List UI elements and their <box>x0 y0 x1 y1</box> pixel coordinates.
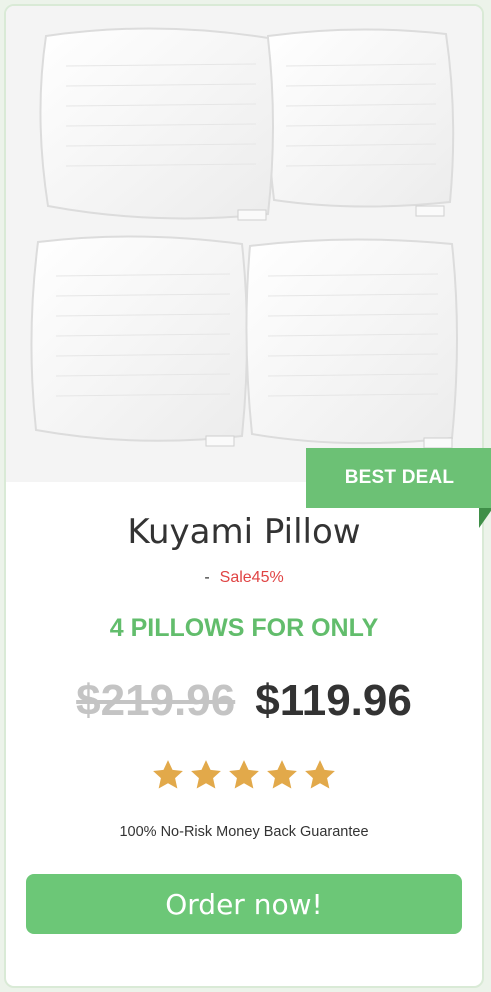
sale-label: Sale45% <box>219 569 284 586</box>
star-icon <box>153 760 183 789</box>
rating-stars <box>6 758 482 797</box>
star-icon <box>267 760 297 789</box>
product-card: BEST DEAL Kuyami Pillow - Sale45% 4 PILLO… <box>4 4 491 988</box>
star-icon <box>229 760 259 789</box>
star-icon <box>191 760 221 789</box>
star-icon <box>305 760 335 789</box>
best-deal-badge: BEST DEAL <box>306 448 491 508</box>
offer-headline: 4 PILLOWS FOR ONLY <box>109 614 379 642</box>
pillows-image <box>6 6 482 482</box>
product-title: Kuyami Pillow <box>127 512 361 552</box>
order-now-button[interactable]: Order now! <box>26 874 462 934</box>
guarantee-text: 100% No-Risk Money Back Guarantee <box>119 824 369 840</box>
new-price: $119.96 <box>255 676 412 725</box>
price-row: $219.96 $119.96 <box>6 676 482 726</box>
product-image <box>6 6 482 482</box>
old-price: $219.96 <box>76 676 236 725</box>
sale-dash: - <box>204 569 210 586</box>
sale-row: - Sale45% <box>6 569 482 587</box>
